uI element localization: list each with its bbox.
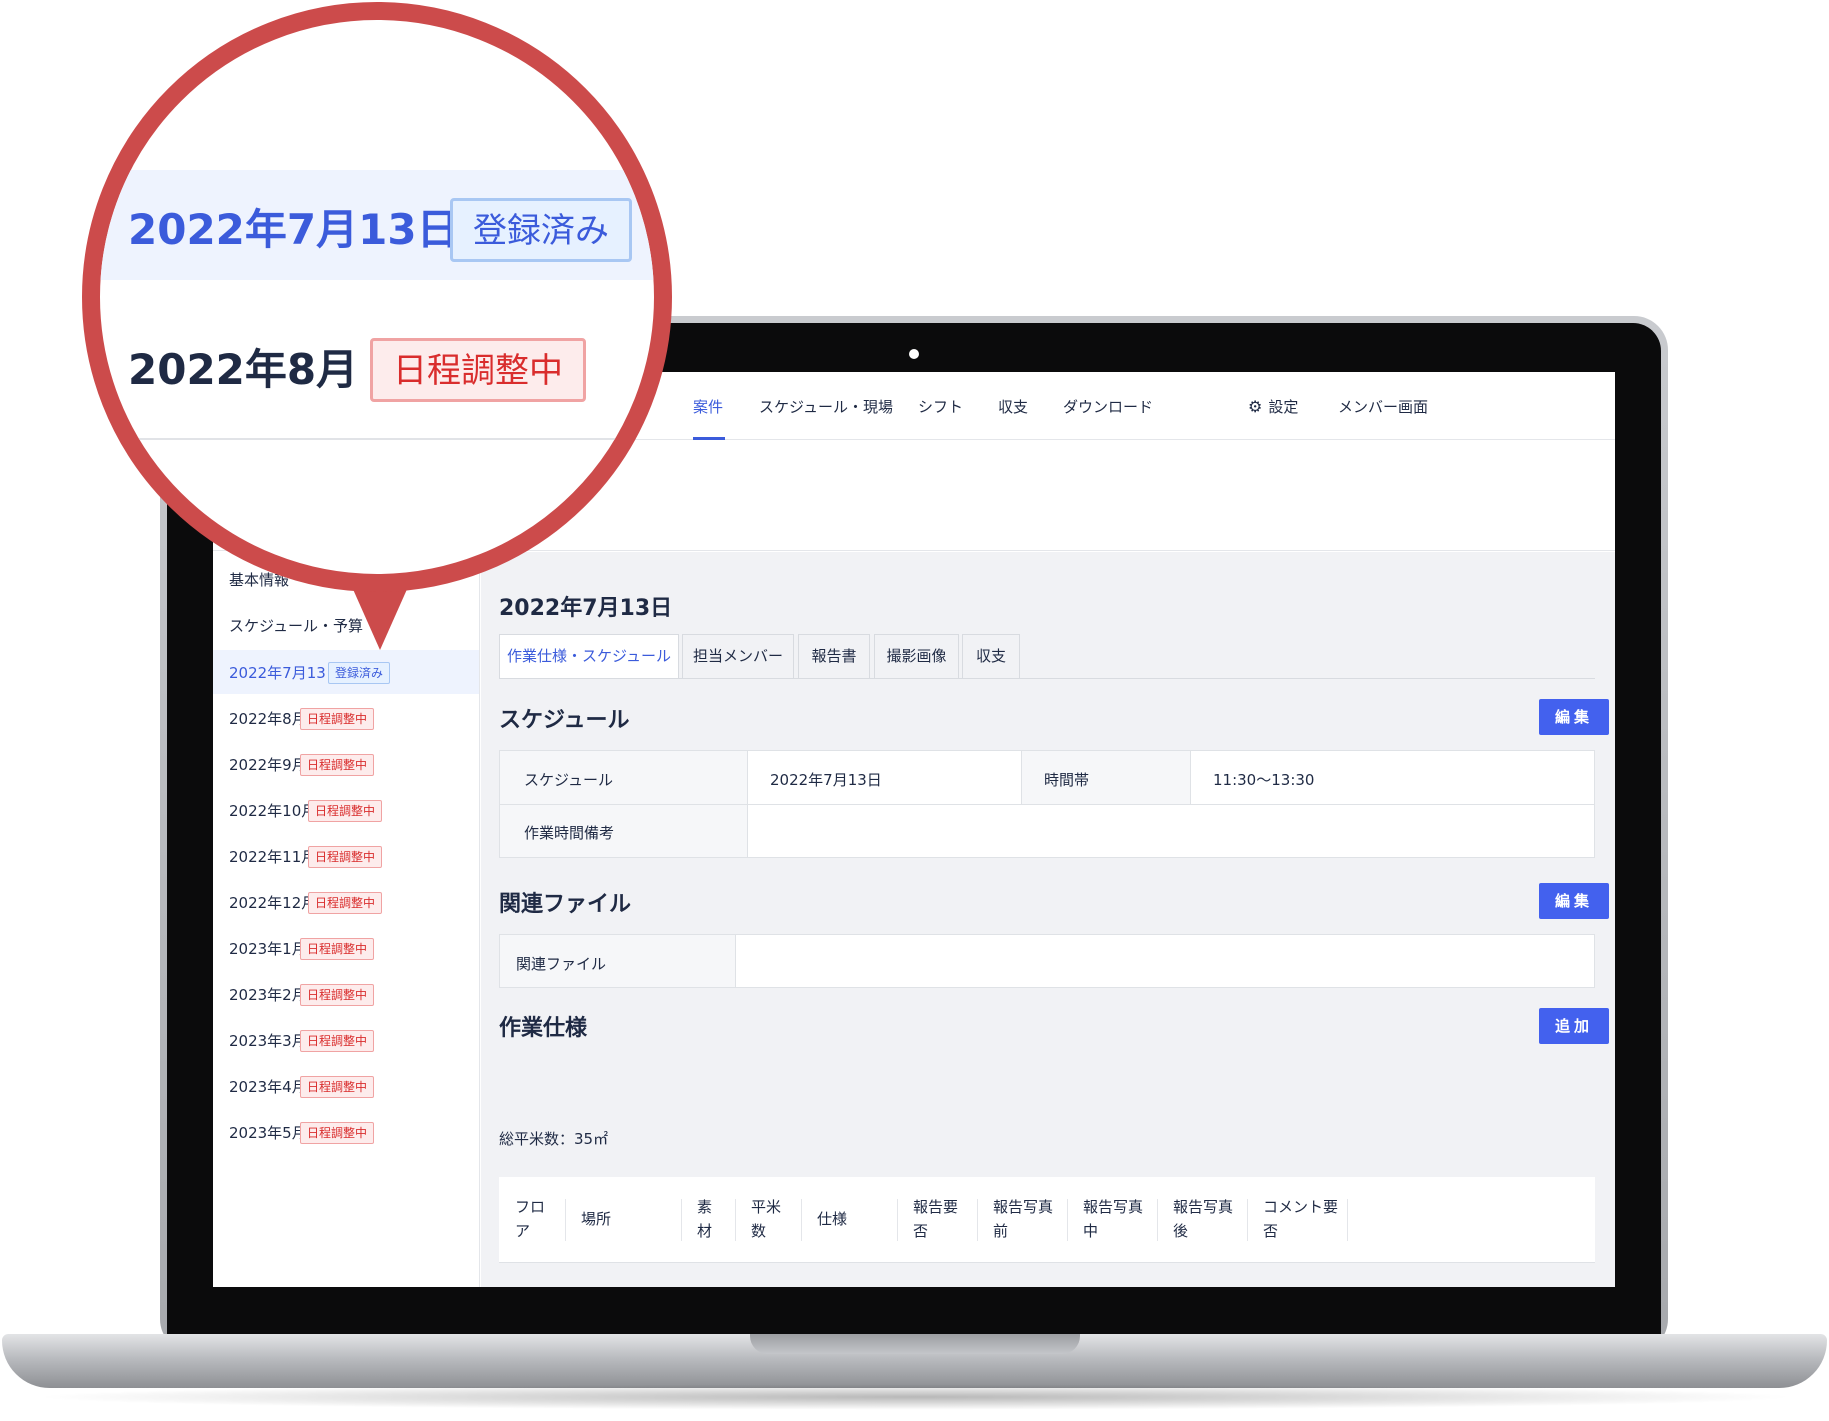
work-time-note-label: 作業時間備考: [524, 824, 615, 842]
status-badge: 日程調整中: [300, 938, 375, 960]
entry-date: 2022年12月: [229, 894, 317, 912]
nav-item-projects[interactable]: 案件: [693, 396, 723, 417]
entry-date: 2023年2月: [229, 986, 307, 1004]
entry-date: 2023年4月: [229, 1078, 307, 1096]
tab-spec-schedule[interactable]: 作業仕様・スケジュール: [499, 634, 679, 679]
files-label: 関連ファイル: [516, 955, 607, 973]
magnified-date: 2022年8月: [128, 345, 359, 394]
entry-date: 2022年11月: [229, 848, 317, 866]
sidebar: 基本情報 スケジュール・予算 2022年7月13日 登録済み 2022年8月 日…: [213, 552, 480, 1287]
col-photo-before: 報告写真 前: [993, 1198, 1054, 1240]
spec-table-header: フロ ア 場所 素 材 平米 数 仕様 報告要 否 報告写真 前 報告写真 中 …: [499, 1177, 1595, 1263]
magnified-status-badge: 日程調整中: [370, 338, 586, 402]
laptop-notch: [750, 1334, 1080, 1354]
entry-date: 2023年5月: [229, 1124, 307, 1142]
status-badge: 日程調整中: [300, 708, 375, 730]
settings-label: 設定: [1268, 398, 1299, 416]
nav-item-income[interactable]: 収支: [998, 396, 1028, 417]
entry-date: 2022年10月: [229, 802, 317, 820]
status-badge: 日程調整中: [308, 800, 383, 822]
status-badge: 日程調整中: [300, 754, 375, 776]
tab-income[interactable]: 収支: [962, 634, 1020, 678]
files-table: 関連ファイル: [499, 934, 1595, 988]
nav-item-shift[interactable]: シフト: [918, 396, 963, 417]
sidebar-entry[interactable]: 2022年10月 日程調整中: [213, 788, 479, 832]
tab-photos[interactable]: 撮影画像: [874, 634, 959, 678]
sidebar-entry[interactable]: 2022年11月 日程調整中: [213, 834, 479, 878]
files-edit-button[interactable]: 編集: [1539, 883, 1609, 919]
status-badge: 日程調整中: [300, 1076, 375, 1098]
col-floor: フロ ア: [515, 1198, 546, 1240]
schedule-label: スケジュール: [524, 771, 613, 789]
total-area: 総平米数：35㎡: [499, 1130, 609, 1148]
entry-date: 2022年8月: [229, 710, 307, 728]
status-badge: 日程調整中: [300, 1122, 375, 1144]
col-spec: 仕様: [817, 1210, 848, 1228]
entry-date: 2022年7月13日: [229, 664, 341, 682]
schedule-section-title: スケジュール: [499, 708, 630, 733]
sidebar-entry[interactable]: 2022年8月 日程調整中: [213, 696, 479, 740]
laptop-shadow: [30, 1384, 1800, 1410]
magnified-status-badge: 登録済み: [450, 198, 632, 262]
nav-item-member-screen[interactable]: メンバー画面: [1338, 396, 1428, 417]
main-content: 2022年7月13日 作業仕様・スケジュール 担当メンバー 報告書 撮影画像 収…: [481, 552, 1615, 1287]
camera-dot: [909, 349, 919, 359]
tab-reports[interactable]: 報告書: [798, 634, 870, 678]
schedule-table: スケジュール 2022年7月13日 時間帯 11:30〜13:30 作業時間備考: [499, 750, 1595, 858]
status-badge: 登録済み: [328, 662, 391, 684]
files-section-title: 関連ファイル: [499, 892, 632, 917]
sidebar-entry[interactable]: 2023年4月 日程調整中: [213, 1064, 479, 1108]
schedule-value: 2022年7月13日: [770, 771, 882, 789]
status-badge: 日程調整中: [308, 846, 383, 868]
gear-icon: ⚙: [1248, 397, 1263, 416]
col-report-required: 報告要 否: [913, 1198, 959, 1240]
nav-item-settings[interactable]: ⚙ 設定: [1248, 396, 1298, 417]
entry-date: 2023年1月: [229, 940, 307, 958]
col-comment-required: コメント要 否: [1263, 1198, 1339, 1240]
time-slot-value: 11:30〜13:30: [1213, 771, 1315, 789]
status-badge: 日程調整中: [308, 892, 383, 914]
time-slot-label: 時間帯: [1044, 771, 1090, 789]
nav-item-download[interactable]: ダウンロード: [1063, 396, 1153, 417]
sidebar-entry[interactable]: 2022年12月 日程調整中: [213, 880, 479, 924]
col-area: 平米 数: [751, 1198, 782, 1240]
col-location: 場所: [581, 1210, 612, 1228]
sidebar-entry[interactable]: 2023年1月 日程調整中: [213, 926, 479, 970]
status-badge: 日程調整中: [300, 1030, 375, 1052]
page-title: 2022年7月13日: [499, 596, 673, 621]
tabs-divider: [499, 678, 1595, 679]
sidebar-entry[interactable]: 2022年9月 日程調整中: [213, 742, 479, 786]
col-photo-during: 報告写真 中: [1083, 1198, 1144, 1240]
nav-item-schedule-site[interactable]: スケジュール・現場: [759, 396, 893, 417]
schedule-edit-button[interactable]: 編集: [1539, 699, 1609, 735]
magnified-date: 2022年7月13日: [128, 205, 459, 254]
magnifier-callout: 2022年7月13日 登録済み 2022年8月 日程調整中: [82, 2, 672, 592]
status-badge: 日程調整中: [300, 984, 375, 1006]
col-photo-after: 報告写真 後: [1173, 1198, 1234, 1240]
entry-date: 2023年3月: [229, 1032, 307, 1050]
active-tab-underline: [693, 437, 725, 440]
spec-section-title: 作業仕様: [499, 1016, 588, 1041]
sidebar-entry[interactable]: 2022年7月13日 登録済み: [213, 650, 479, 694]
col-material: 素 材: [697, 1198, 713, 1240]
entry-date: 2022年9月: [229, 756, 307, 774]
spec-add-button[interactable]: 追加: [1539, 1008, 1609, 1044]
sidebar-entry[interactable]: 2023年5月 日程調整中: [213, 1110, 479, 1154]
sidebar-entry[interactable]: 2023年2月 日程調整中: [213, 972, 479, 1016]
sidebar-entry[interactable]: 2023年3月 日程調整中: [213, 1018, 479, 1062]
tab-members[interactable]: 担当メンバー: [682, 634, 794, 678]
magnified-divider: [100, 438, 654, 440]
